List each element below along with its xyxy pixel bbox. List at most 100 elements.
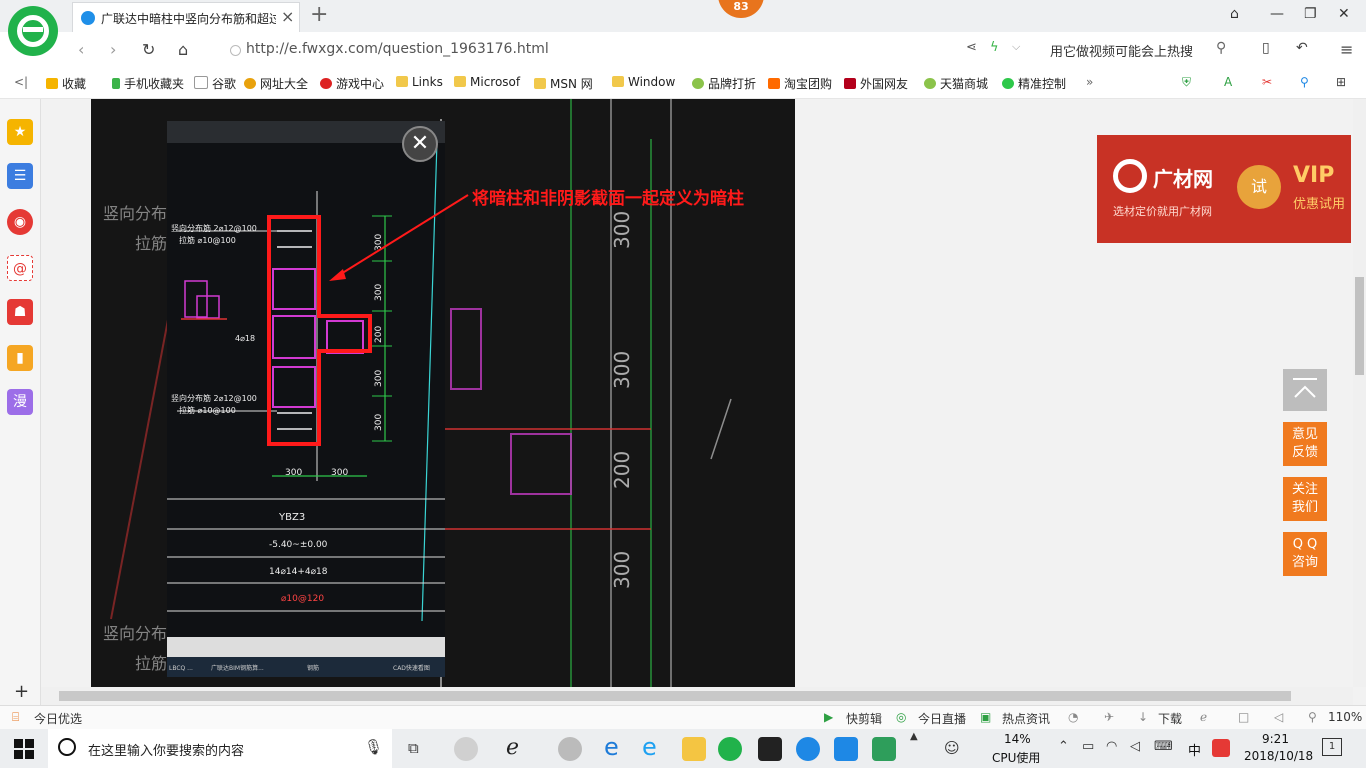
fan-app-icon[interactable] (454, 737, 478, 761)
game-icon[interactable]: ☗ (7, 299, 33, 325)
bookmark-item[interactable]: 收藏 (46, 75, 86, 92)
microphone-icon[interactable]: 🎙 (364, 738, 383, 756)
close-viewer-button[interactable]: ✕ (402, 126, 438, 162)
bookmark-item[interactable]: MSN 网 (534, 75, 593, 92)
horizontal-scrollbar[interactable] (41, 687, 1353, 705)
bookmark-item[interactable]: 游戏中心 (320, 75, 384, 92)
people-icon[interactable]: ☺ (944, 739, 960, 757)
bookmark-item[interactable]: 外国网友 (844, 75, 908, 92)
overflow-icon[interactable]: ▲ (910, 731, 918, 742)
edge-legacy-icon[interactable]: ℯ (506, 735, 519, 760)
bookmark-item[interactable]: Microsof (454, 75, 520, 89)
maximize-button[interactable]: ❐ (1304, 6, 1317, 22)
tools-icon[interactable]: ✈ (1104, 710, 1114, 724)
bookmark-item[interactable]: 手机收藏夹 (112, 75, 184, 92)
bookmark-item[interactable]: Window (612, 75, 675, 89)
skin-icon[interactable]: ⌂ (1230, 6, 1239, 22)
mail-icon[interactable]: @ (7, 255, 33, 281)
more-bookmarks-icon[interactable]: » (1086, 75, 1093, 89)
ie-icon[interactable]: e (642, 733, 657, 761)
tool-icon[interactable] (834, 737, 858, 761)
action-center-icon[interactable]: 1 (1322, 738, 1342, 756)
search-icon[interactable]: ⚲ (1216, 40, 1226, 56)
chevron-down-icon[interactable]: ⌵ (1012, 40, 1020, 54)
magnifier-icon[interactable]: ⚲ (1300, 75, 1309, 89)
close-window-button[interactable]: ✕ (1338, 6, 1350, 22)
scissors-icon[interactable]: ✂ (1262, 75, 1272, 89)
phone-icon[interactable]: ▯ (1262, 40, 1270, 56)
qq-consult-button[interactable]: Q Q 咨询 (1283, 532, 1327, 576)
taskbar-search-box[interactable]: 在这里输入你要搜索的内容 🎙 (48, 729, 392, 768)
zoom-level[interactable]: 110% (1328, 710, 1362, 724)
app-icon[interactable] (558, 737, 582, 761)
vertical-scroll-thumb[interactable] (1355, 277, 1364, 375)
vertical-scrollbar[interactable] (1353, 99, 1366, 687)
undo-icon[interactable]: ↶ (1296, 40, 1308, 56)
ad-banner[interactable]: 广材网 选材定价就用广材网 试 VIP 优惠试用 (1097, 135, 1351, 243)
download-link[interactable]: 下载 (1158, 710, 1182, 727)
clock-date[interactable]: 2018/10/18 (1244, 749, 1313, 763)
comic-icon[interactable]: 漫 (7, 389, 33, 415)
clock-time[interactable]: 9:21 (1262, 732, 1289, 746)
sound-icon[interactable]: ◁ (1274, 710, 1283, 724)
glodon-icon[interactable] (796, 737, 820, 761)
back-icon[interactable]: ‹ (78, 40, 84, 59)
share-icon[interactable]: ⋖ (966, 40, 977, 55)
cad-icon[interactable] (872, 737, 896, 761)
bookmark-item[interactable]: 天猫商城 (924, 75, 988, 92)
shield-icon[interactable]: ⛨ (1182, 75, 1191, 90)
back-to-top-button[interactable] (1283, 369, 1327, 411)
menu-icon[interactable]: ≡ (1340, 40, 1353, 59)
search-suggestion[interactable]: 用它做视频可能会上热搜 (1050, 41, 1193, 60)
windows-start-icon[interactable] (14, 739, 34, 759)
browser-taskbar-icon[interactable] (718, 737, 742, 761)
keyboard-icon[interactable]: ⌨ (1154, 739, 1173, 754)
status-item[interactable]: 今日直播 (918, 710, 966, 727)
forward-icon[interactable]: › (110, 40, 116, 59)
bookmark-item[interactable]: 淘宝团购 (768, 75, 832, 92)
tab-close-icon[interactable]: × (281, 7, 294, 26)
bookmark-book-icon[interactable]: ▮ (7, 345, 33, 371)
home-icon[interactable]: ⌂ (178, 40, 188, 59)
browser-tab[interactable]: 广联达中暗柱中竖向分布筋和超过 × (72, 2, 300, 32)
bookmark-item[interactable]: 品牌打折 (692, 75, 756, 92)
site-info-icon[interactable] (230, 45, 241, 56)
bookmark-item[interactable]: 精准控制 (1002, 75, 1066, 92)
apps-icon[interactable]: ⊞ (1336, 75, 1346, 89)
horizontal-scroll-thumb[interactable] (59, 691, 1291, 701)
sogou-icon[interactable] (1212, 739, 1230, 757)
status-item[interactable]: 快剪辑 (846, 710, 882, 727)
chevron-up-icon[interactable]: ⌃ (1058, 739, 1069, 754)
browser-logo-icon[interactable] (8, 6, 58, 56)
add-sidebar-icon[interactable]: + (14, 681, 29, 702)
weibo-icon[interactable]: ◉ (7, 209, 33, 235)
translate-icon[interactable]: A (1224, 75, 1232, 89)
refresh-icon[interactable]: ↻ (142, 40, 155, 59)
wifi-icon[interactable]: ◠ (1106, 739, 1117, 754)
volume-icon[interactable]: ◁ (1130, 739, 1140, 754)
edge-icon[interactable]: e (604, 733, 619, 761)
follow-us-button[interactable]: 关注 我们 (1283, 477, 1327, 521)
bookmark-item[interactable]: Links (396, 75, 443, 89)
file-explorer-icon[interactable] (682, 737, 706, 761)
window-icon[interactable]: □ (1238, 710, 1249, 724)
minimize-button[interactable]: — (1270, 6, 1284, 22)
ie-mode-icon[interactable]: ℯ (1200, 710, 1207, 724)
mail-icon[interactable] (758, 737, 782, 761)
sidebar-toggle-icon[interactable]: <| (14, 75, 28, 89)
favorites-star-icon[interactable]: ★ (7, 119, 33, 145)
bookmark-item[interactable]: 谷歌 (194, 75, 236, 92)
notification-badge[interactable]: 83 (718, 0, 764, 18)
task-view-icon[interactable]: ⧉ (408, 739, 419, 757)
lightning-icon[interactable]: ϟ (990, 40, 999, 55)
bookmark-item[interactable]: 网址大全 (244, 75, 308, 92)
new-tab-button[interactable]: + (310, 2, 328, 27)
today-picks-link[interactable]: 今日优选 (34, 710, 82, 727)
status-item[interactable]: 热点资讯 (1002, 710, 1050, 727)
url-input[interactable]: http://e.fwxgx.com/question_1963176.html (246, 41, 549, 57)
feedback-button[interactable]: 意见 反馈 (1283, 422, 1327, 466)
speed-icon[interactable]: ◔ (1068, 710, 1078, 724)
ime-indicator[interactable]: 中 (1188, 740, 1201, 759)
battery-icon[interactable]: ▭ (1082, 739, 1094, 754)
news-icon[interactable]: ☰ (7, 163, 33, 189)
